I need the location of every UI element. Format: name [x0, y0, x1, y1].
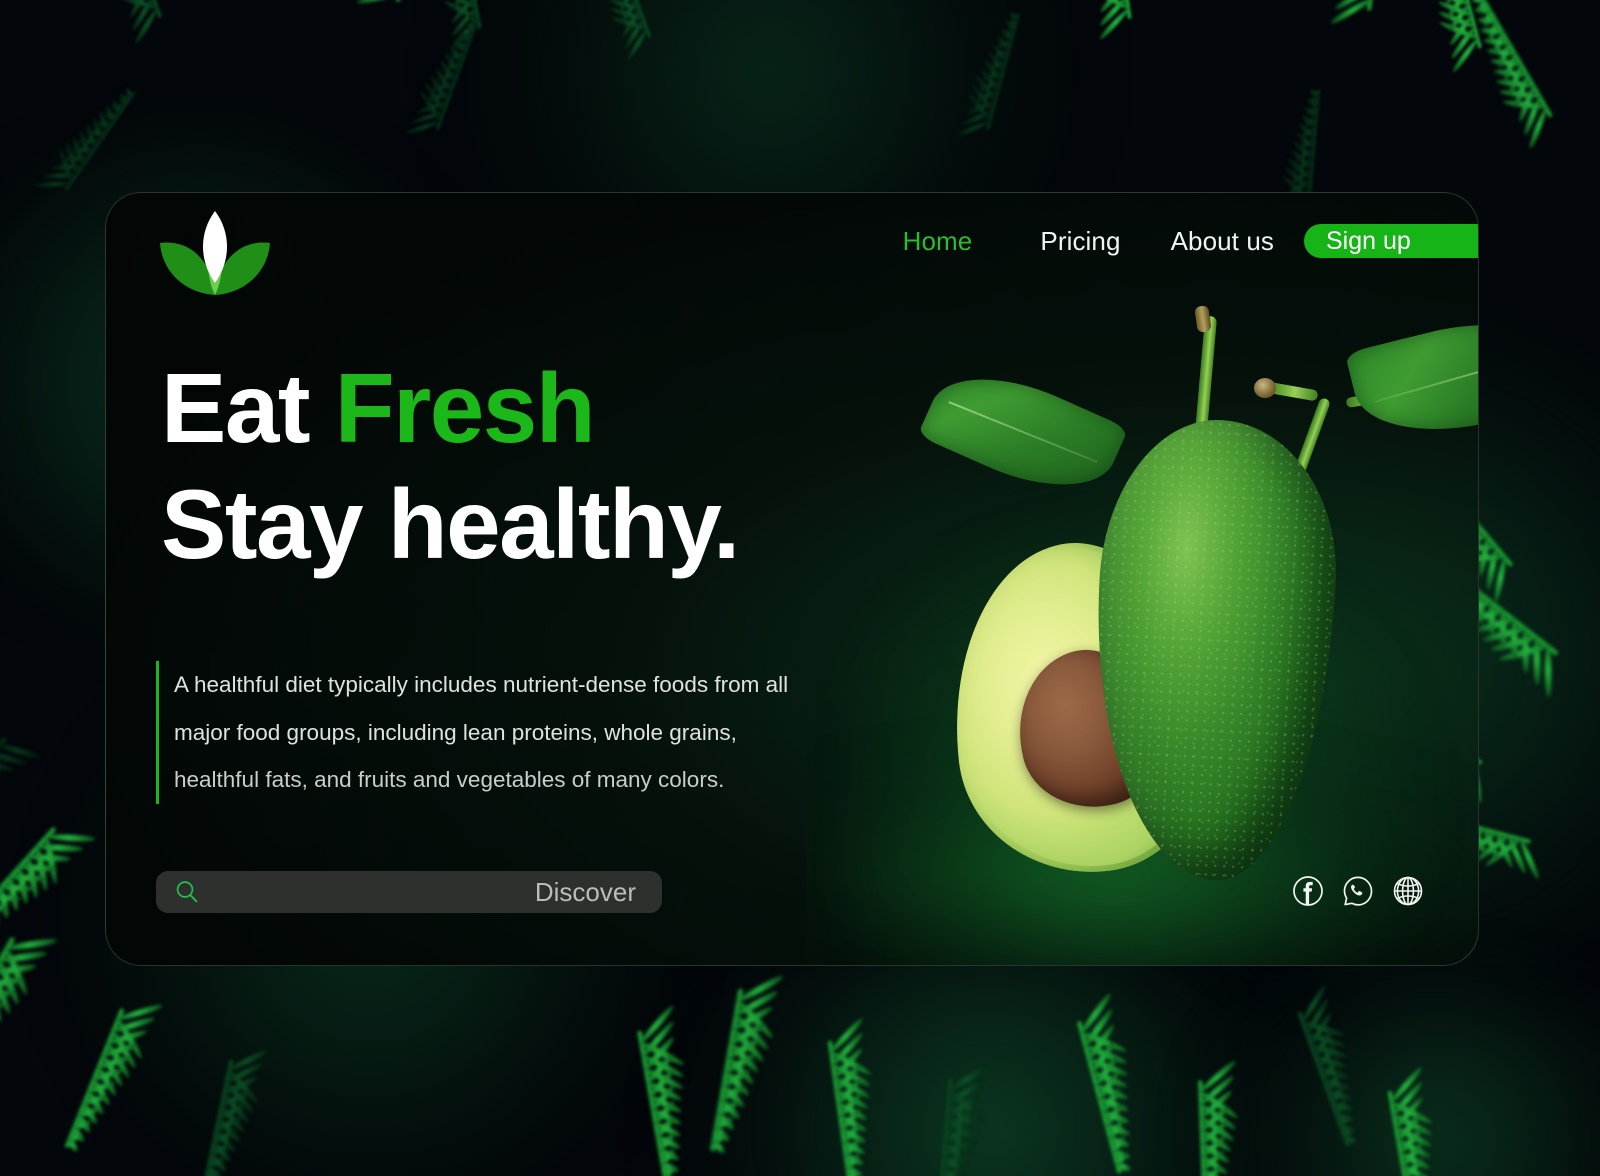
nav-links: Home Pricing About us Sign up: [903, 219, 1478, 263]
foliage-sprig: [1329, 0, 1393, 26]
foliage-sprig: [0, 936, 58, 1083]
foliage-sprig: [636, 1004, 686, 1176]
foliage-sprig: [827, 1016, 873, 1176]
search-icon: [174, 879, 200, 905]
search-bar[interactable]: Discover: [156, 871, 662, 913]
description-line: major food groups, including lean protei…: [174, 719, 737, 745]
foliage-sprig: [1091, 0, 1132, 41]
avocado-stem-tip: [1194, 305, 1212, 333]
foliage-sprig: [1437, 0, 1483, 74]
logo-three-leaf-icon[interactable]: [156, 205, 274, 301]
hero-description: A healthful diet typically includes nutr…: [156, 661, 896, 805]
foliage-sprig: [356, 0, 463, 5]
description-line: A healthful diet typically includes nutr…: [174, 672, 789, 697]
foliage-sprig: [1470, 0, 1554, 150]
foliage-sprig: [112, 0, 163, 45]
description-line: healthful fats, and fruits and vegetable…: [174, 767, 725, 793]
social-links: [1292, 875, 1424, 907]
signup-button-label: Sign up: [1326, 226, 1411, 255]
avocado-stem-nub: [1254, 378, 1276, 398]
navbar: Home Pricing About us Sign up: [106, 193, 1478, 305]
headline-line-1: Eat Fresh: [161, 351, 921, 467]
avocado-stem: [1194, 315, 1218, 435]
search-input-value[interactable]: Discover: [200, 877, 662, 908]
foliage-sprig: [199, 1047, 270, 1176]
avocado-leaf-icon: [917, 351, 1129, 513]
avocado-leaf-icon: [1344, 301, 1478, 453]
foliage-sprig: [0, 826, 96, 947]
foliage-sprig: [709, 973, 785, 1156]
foliage-sprig: [0, 736, 43, 827]
headline-line-1-plain: Eat: [161, 353, 335, 463]
globe-icon[interactable]: [1392, 875, 1424, 907]
whatsapp-icon[interactable]: [1342, 875, 1374, 907]
hero-card: Home Pricing About us Sign up Eat Fresh …: [105, 192, 1479, 966]
foliage-sprig: [1387, 1065, 1434, 1176]
nav-link-pricing[interactable]: Pricing: [1040, 226, 1120, 257]
foliage-sprig: [1197, 1059, 1240, 1176]
headline-line-2: Stay healthy.: [161, 468, 740, 579]
headline-accent-word: Fresh: [334, 353, 596, 463]
foliage-sprig: [935, 1062, 990, 1176]
nav-link-about-us[interactable]: About us: [1171, 226, 1274, 257]
foliage-sprig: [404, 13, 480, 136]
page-title: Eat Fresh Stay healthy.: [161, 351, 921, 582]
facebook-icon[interactable]: [1292, 875, 1324, 907]
nav-link-home[interactable]: Home: [903, 226, 973, 257]
signup-button[interactable]: Sign up: [1304, 224, 1478, 258]
foliage-sprig: [955, 10, 1021, 138]
